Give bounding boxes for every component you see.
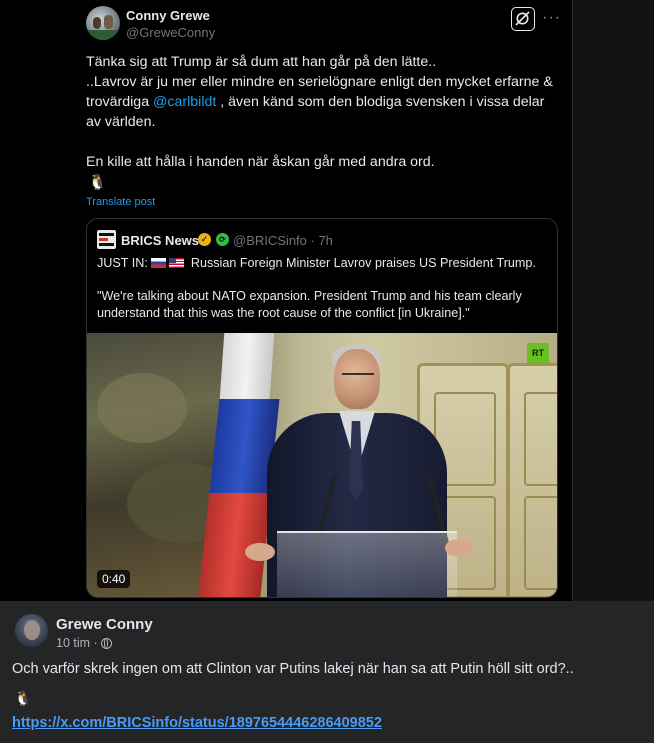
meta-separator: · <box>93 636 98 650</box>
tweet-author-name[interactable]: Conny Grewe <box>126 8 210 23</box>
tweet-author-handle[interactable]: @GreweConny <box>126 25 215 40</box>
quoted-headline-text: Russian Foreign Minister Lavrov praises … <box>190 256 536 270</box>
tweet-body: Tänka sig att Trump är så dum att han gå… <box>86 52 556 172</box>
tweet-text-line3: En kille att hålla i handen när åskan gå… <box>86 154 435 170</box>
quoted-prefix: JUST IN: <box>97 256 148 270</box>
brics-news-avatar[interactable] <box>97 230 116 249</box>
embedded-post: Conny Grewe @GreweConny ··· Tänka sig at… <box>0 0 654 601</box>
quoted-quote-text: "We're talking about NATO expansion. Pre… <box>97 289 522 320</box>
rt-watermark-logo: RT <box>527 343 549 363</box>
speaker-hand <box>245 543 275 561</box>
comment-text: Och varför skrek ingen om att Clinton va… <box>12 661 574 677</box>
translate-post-link[interactable]: Translate post <box>86 196 155 208</box>
video-player[interactable]: RT 0:40 <box>87 333 557 597</box>
post-right-gutter <box>572 0 654 601</box>
tweet-text-line2: ..Lavrov är ju mer eller mindre en serie… <box>86 72 556 132</box>
speaker-hand <box>445 539 473 557</box>
tweet-author-avatar[interactable] <box>86 6 120 40</box>
verified-icon: ✓ <box>198 233 211 246</box>
comment-time[interactable]: 10 tim <box>56 636 90 650</box>
quoted-headline: JUST IN: Russian Foreign Minister Lavrov… <box>97 255 547 272</box>
quoted-post-card[interactable]: BRICS News ✓ ⟳ @BRICSinfo · 7h JUST IN: … <box>86 218 558 598</box>
grok-icon[interactable] <box>511 7 535 31</box>
quoted-handle-time[interactable]: @BRICSinfo · 7h <box>233 233 333 248</box>
affiliate-badge-icon: ⟳ <box>216 233 229 246</box>
glass-podium <box>277 531 457 597</box>
video-duration-badge: 0:40 <box>97 570 131 588</box>
us-flag-icon <box>169 258 185 268</box>
mention-link[interactable]: @carlbildt <box>153 94 216 110</box>
russia-flag-icon <box>151 258 167 268</box>
penguin-emoji-icon: 🐧 <box>88 174 107 191</box>
comment-link[interactable]: https://x.com/BRICSinfo/status/189765444… <box>12 715 382 731</box>
commenter-name[interactable]: Grewe Conny <box>56 616 153 633</box>
tweet-text-line1: Tänka sig att Trump är så dum att han gå… <box>86 54 437 70</box>
commenter-avatar[interactable] <box>15 614 48 647</box>
quoted-author-name[interactable]: BRICS News <box>121 233 199 248</box>
video-door-panel <box>507 363 557 597</box>
penguin-emoji-icon: 🐧 <box>14 690 32 706</box>
more-options-icon[interactable]: ··· <box>542 8 561 28</box>
comment-meta: 10 tim · <box>56 636 113 650</box>
globe-icon <box>101 637 113 649</box>
speaker-glasses <box>342 373 374 381</box>
